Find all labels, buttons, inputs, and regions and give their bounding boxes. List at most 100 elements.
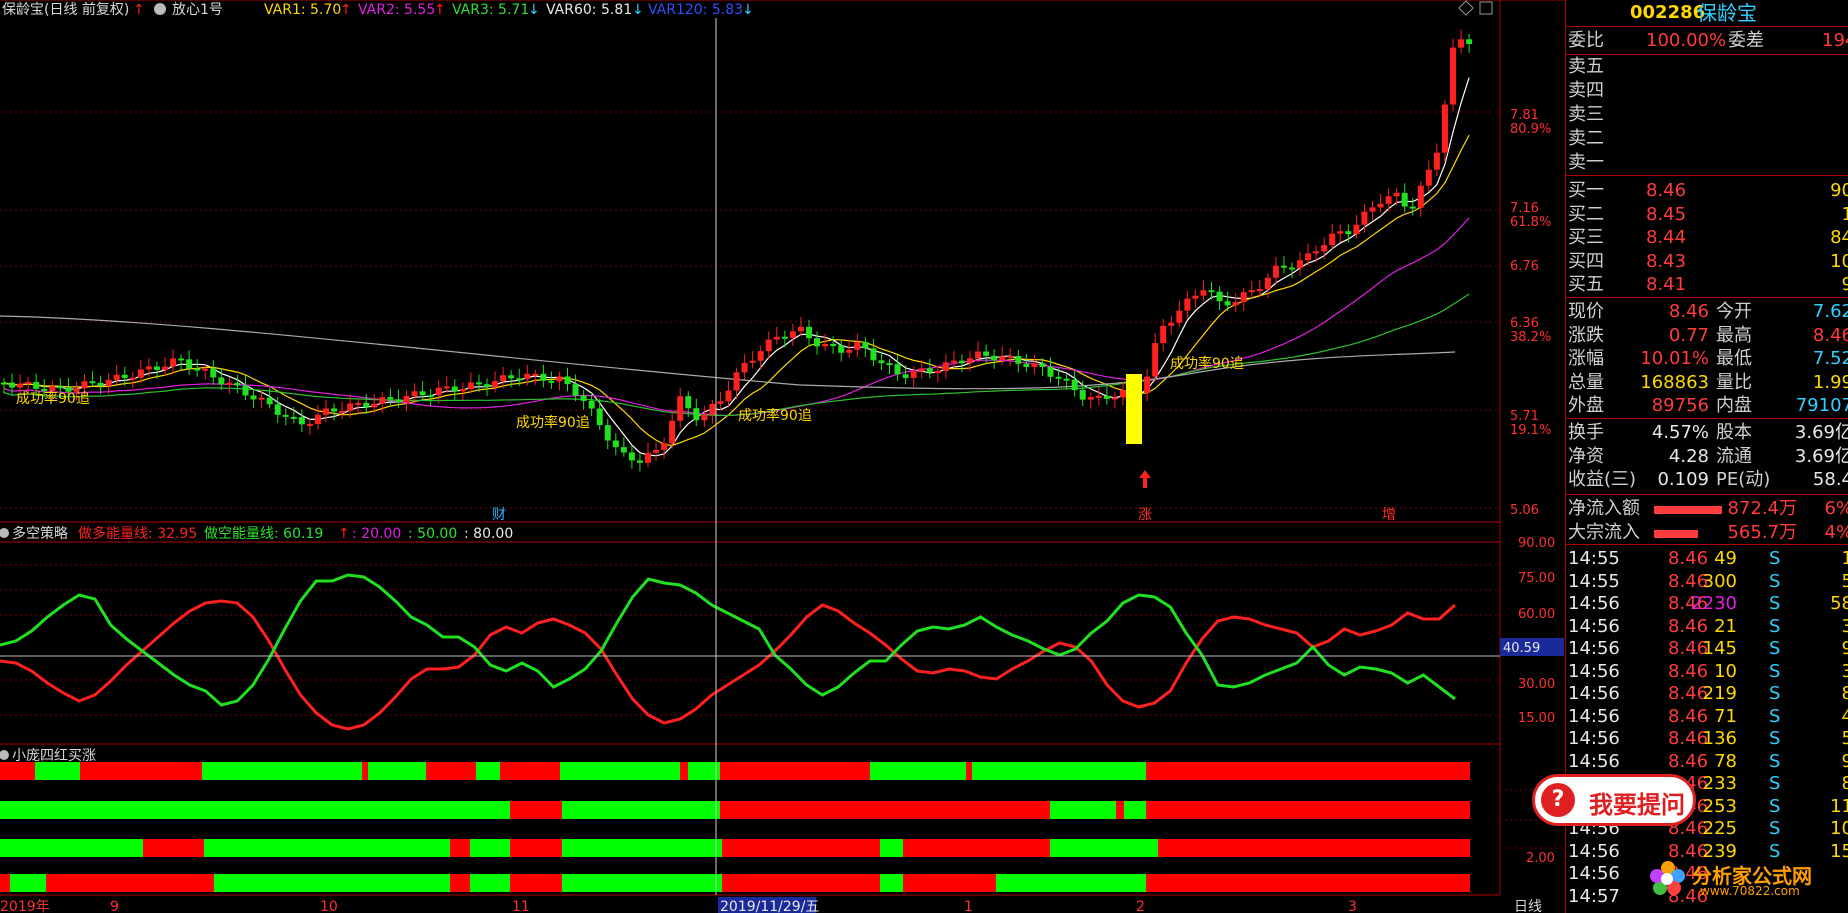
candle-body xyxy=(89,381,96,384)
bars-toggle-icon[interactable] xyxy=(0,750,9,760)
candle-body xyxy=(484,384,490,388)
var1-label: VAR1: 5.70 xyxy=(264,2,341,18)
candle-body xyxy=(709,403,716,415)
kline-chart[interactable]: 保龄宝(日线 前复权) ↑ 放心1号 VAR1: 5.70 ↑ VAR2: 5.… xyxy=(0,0,1565,913)
candle-body xyxy=(121,374,128,379)
tick-side: S xyxy=(1769,728,1781,749)
candle-body xyxy=(331,408,338,412)
ask-label: 卖四 xyxy=(1568,80,1604,101)
signal-label-3: 成功率90追 xyxy=(738,407,812,424)
signal-bar-segment xyxy=(722,839,880,857)
candle-body xyxy=(894,364,901,375)
tick-count: 8 xyxy=(1842,773,1848,795)
osc-level-80: : 80.00 xyxy=(464,526,513,542)
divider xyxy=(1566,26,1848,27)
stat-label: 总量 xyxy=(1568,371,1604,393)
price-axis-label: 6.36 xyxy=(1510,316,1539,331)
tick-time: 14:56 xyxy=(1568,750,1620,772)
stat-label: 现价 xyxy=(1568,301,1604,322)
stat-value: 79107 xyxy=(1795,395,1848,416)
fin-value: 4.28 xyxy=(1668,445,1709,467)
candle-body xyxy=(250,395,257,400)
candle-body xyxy=(1409,206,1416,209)
signal-bar-segment xyxy=(368,762,426,780)
candle-body xyxy=(701,414,708,421)
candle-body xyxy=(741,362,748,373)
candle-body xyxy=(1401,192,1408,207)
candle-body xyxy=(57,386,64,389)
stock-code: 002286 xyxy=(1630,2,1706,23)
candle-body xyxy=(387,397,394,400)
candle-body xyxy=(178,358,185,361)
signal-bar-segment xyxy=(870,762,966,780)
period-label[interactable]: 日线 xyxy=(1514,899,1542,913)
tick-price: 8.46 xyxy=(1668,615,1709,637)
signal-bar-segment xyxy=(562,839,722,857)
tick-row: 14:56 8.4610 S 3 xyxy=(1566,661,1848,683)
candle-body xyxy=(1216,291,1223,302)
stat-label: 内盘 xyxy=(1716,395,1752,416)
stat-label: 外盘 xyxy=(1568,395,1604,416)
divider xyxy=(1566,297,1848,298)
tick-time: 14:55 xyxy=(1568,570,1620,592)
ask-question-button[interactable]: ? 我要提问 xyxy=(1532,774,1696,826)
candle-body xyxy=(862,342,869,349)
chart-window-controls[interactable] xyxy=(1458,0,1493,16)
candle-body xyxy=(677,396,684,421)
tick-time: 14:56 xyxy=(1568,660,1620,682)
fin-label: 流通 xyxy=(1716,445,1752,467)
stat-label: 量比 xyxy=(1716,371,1752,393)
candle-body xyxy=(620,447,627,453)
candle-body xyxy=(822,343,829,347)
candle-body xyxy=(1385,196,1392,204)
candle-body xyxy=(830,343,837,346)
candle-body xyxy=(1168,322,1175,326)
osc-short-arrow-icon: ↑ xyxy=(338,526,350,542)
diamond-icon[interactable] xyxy=(1458,0,1474,16)
candle-body xyxy=(781,336,788,339)
signal-bar-segment xyxy=(903,839,1050,857)
bid-row: 买四 8.43 10 xyxy=(1566,251,1848,273)
signal-bar-segment xyxy=(1146,874,1470,892)
tick-side: S xyxy=(1769,818,1781,839)
bid-label: 买一 xyxy=(1568,180,1604,201)
price-axis-label: 5.71 xyxy=(1510,409,1539,424)
formula-toggle-icon[interactable] xyxy=(154,3,166,15)
candle-body xyxy=(556,376,563,382)
candle-body xyxy=(411,391,418,396)
tick-side: S xyxy=(1769,593,1781,614)
tick-count: 9 xyxy=(1842,751,1848,773)
candle-body xyxy=(234,382,241,386)
ask-row: 卖一 xyxy=(1566,152,1848,174)
price-axis-label: 5.06 xyxy=(1510,503,1539,518)
candle-body xyxy=(717,401,724,404)
formula-name[interactable]: 放心1号 xyxy=(172,2,223,18)
time-label-9: 9 xyxy=(110,899,119,913)
candle-body xyxy=(355,402,362,405)
bid-price: 8.46 xyxy=(1646,180,1687,201)
signal-bar-segment xyxy=(720,762,870,780)
candle-body xyxy=(1450,47,1456,105)
bid-volume: 10 xyxy=(1830,250,1848,272)
tick-row: 14:568.46145S9 xyxy=(1566,638,1848,660)
tick-count: 11 xyxy=(1830,795,1848,817)
candle-body xyxy=(1345,231,1352,235)
tick-count: 58 xyxy=(1830,593,1848,614)
tick-count: 3 xyxy=(1842,616,1848,638)
signal-bar-segment xyxy=(1146,801,1470,819)
candle-body xyxy=(17,383,24,388)
restore-icon[interactable] xyxy=(1479,1,1493,15)
candle-body xyxy=(186,359,193,369)
candle-body xyxy=(153,366,160,371)
osc-axis-label: 75.00 xyxy=(1518,571,1555,586)
signal-bar-segment xyxy=(996,874,1146,892)
fin-row: 收益(三) 0.109 PE(动) 58.4 xyxy=(1566,469,1848,491)
signal-bar-segment xyxy=(1050,839,1158,857)
osc-toggle-icon[interactable] xyxy=(0,528,9,538)
tick-volume: 10 xyxy=(1714,660,1737,682)
bid-volume: 1 xyxy=(1842,204,1848,226)
candle-body xyxy=(1119,390,1126,398)
candle-body xyxy=(1425,169,1432,186)
signal-bar-segment xyxy=(562,874,722,892)
candle-body xyxy=(524,373,531,379)
